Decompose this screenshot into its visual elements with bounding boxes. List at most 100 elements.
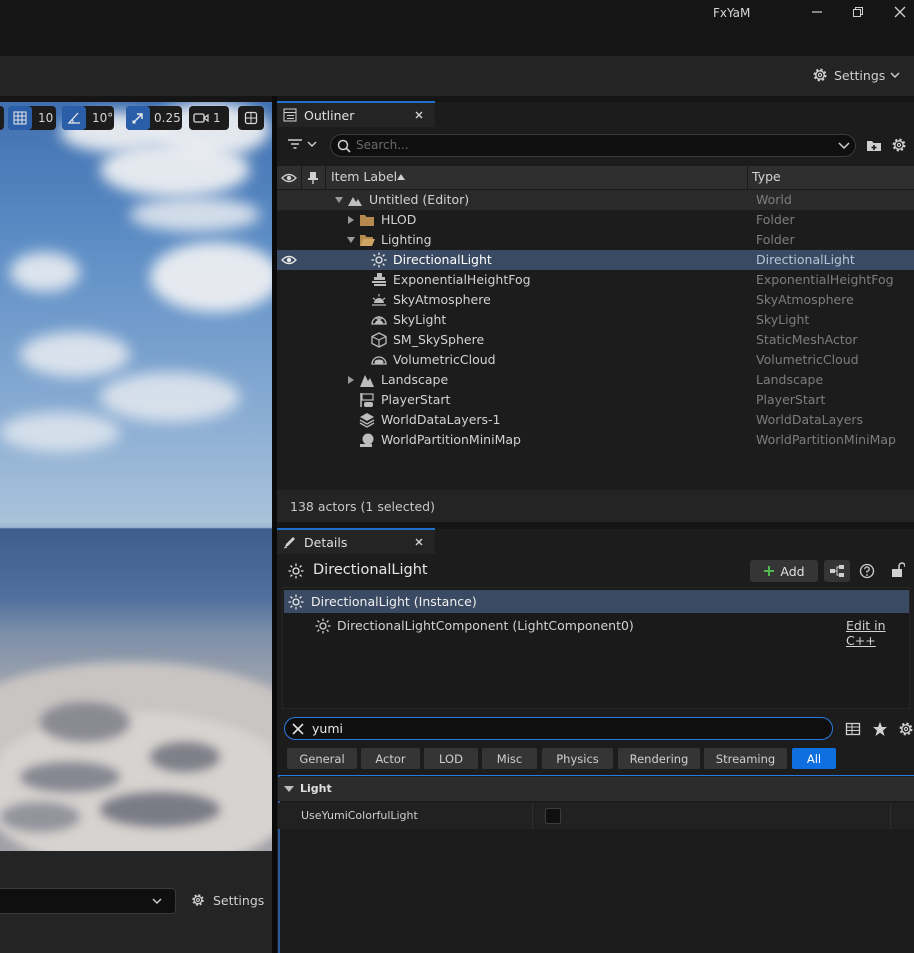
collapsed-arrow-icon[interactable] [347,376,355,384]
minimize-button[interactable] [803,2,831,22]
details-tab-label: Details [304,535,348,550]
row-label: WorldPartitionMiniMap [381,432,521,447]
outliner-row-hlod[interactable]: HLOD Folder [277,210,914,230]
tab-outliner[interactable]: Outliner [277,101,435,127]
outliner-row-volumetriccloud[interactable]: VolumetricCloud VolumetricCloud [277,350,914,370]
category-light[interactable]: Light [278,777,914,801]
column-divider [890,803,891,829]
gear-icon[interactable] [890,136,908,154]
filter-streaming-button[interactable]: Streaming [704,748,787,769]
eye-icon[interactable] [281,254,297,266]
edit-in-cpp-link[interactable]: Edit in C++ [846,618,909,648]
component-row-instance[interactable]: DirectionalLight (Instance) [284,590,909,613]
close-tab-icon[interactable] [415,538,423,546]
hierarchy-icon [830,565,844,577]
row-type: VolumetricCloud [756,352,859,367]
filter-dropdown[interactable] [287,137,317,151]
restore-button[interactable] [844,2,872,22]
add-component-button[interactable]: Add [750,560,818,582]
expanded-arrow-icon[interactable] [284,785,294,793]
filter-actor-button[interactable]: Actor [361,748,420,769]
viewport-combo-box[interactable] [0,888,176,914]
outliner-row-untitled[interactable]: Untitled (Editor) World [277,190,914,210]
camera-speed-value: 1 [213,111,221,125]
row-type: SkyLight [756,312,810,327]
outliner-status-bar: 138 actors (1 selected) [277,490,914,522]
table-view-icon[interactable] [845,721,861,737]
item-label-column-header[interactable]: Item Label [325,166,748,189]
filter-physics-button[interactable]: Physics [542,748,613,769]
outliner-row-exponentialheightfog[interactable]: ExponentialHeightFog ExponentialHeightFo… [277,270,914,290]
visibility-column-header[interactable] [277,166,302,189]
category-light-label: Light [300,782,332,795]
world-icon [348,197,362,206]
pin-column-header[interactable] [301,166,326,189]
row-type: WorldPartitionMiniMap [756,432,896,447]
row-label: Lighting [381,232,432,247]
layers-icon [359,413,375,428]
tab-details[interactable]: Details [277,528,435,554]
outliner-row-skylight[interactable]: SkyLight SkyLight [277,310,914,330]
landscape-icon [360,375,374,387]
lock-open-icon[interactable] [891,562,905,578]
folder-open-icon [360,235,375,246]
component-row-directionallightcomponent[interactable]: DirectionalLightComponent (LightComponen… [284,614,909,648]
row-label: VolumetricCloud [393,352,496,367]
viewport-settings-label: Settings [213,892,265,908]
outliner-row-landscape[interactable]: Landscape Landscape [277,370,914,390]
row-label: HLOD [381,212,417,227]
level-viewport[interactable] [0,102,272,851]
outliner-row-skyatmosphere[interactable]: SkyAtmosphere SkyAtmosphere [277,290,914,310]
clear-search-icon[interactable] [292,723,304,735]
actor-name-field[interactable]: DirectionalLight [313,562,428,578]
row-type: Landscape [756,372,824,387]
row-type: StaticMeshActor [756,332,858,347]
filter-general-button[interactable]: General [287,748,357,769]
outliner-row-worlddatalayers[interactable]: WorldDataLayers-1 WorldDataLayers [277,410,914,430]
sky-atmosphere-icon [372,294,386,306]
outliner-row-sm-skysphere[interactable]: SM_SkySphere StaticMeshActor [277,330,914,350]
grid-snap-button[interactable]: 10 [8,106,56,130]
outliner-icon [283,108,297,122]
star-icon[interactable] [872,721,888,737]
filter-rendering-button[interactable]: Rendering [618,748,700,769]
camera-speed-button[interactable]: 1 [189,106,229,130]
filter-all-button[interactable]: All [792,748,836,769]
close-tab-icon[interactable] [415,111,423,119]
expanded-arrow-icon[interactable] [335,196,343,204]
column-divider [532,803,533,829]
scale-snap-value: 0.25 [154,111,181,125]
details-search-input[interactable]: yumi [284,717,833,740]
gear-icon[interactable] [897,720,914,738]
expanded-arrow-icon[interactable] [347,236,355,244]
main-toolbar [0,56,914,96]
filter-lod-button[interactable]: LOD [424,748,478,769]
minimize-icon [812,11,822,13]
viewport-settings-button[interactable]: Settings [190,892,264,908]
grid-snap-value: 10 [38,111,54,125]
close-window-button[interactable] [886,2,914,22]
help-icon[interactable] [859,563,875,579]
filter-misc-button[interactable]: Misc [482,748,537,769]
component-label: DirectionalLightComponent (LightComponen… [337,618,634,633]
scale-snap-button[interactable]: 0.25 [126,106,182,130]
row-type: World [756,192,792,207]
viewport-chip-edge [0,106,4,130]
use-yumi-colorful-light-checkbox[interactable] [545,808,561,824]
row-type: ExponentialHeightFog [756,272,894,287]
outliner-row-playerstart[interactable]: PlayerStart PlayerStart [277,390,914,410]
blueprint-button[interactable] [824,560,850,582]
collapsed-arrow-icon[interactable] [347,216,355,224]
outliner-row-directionallight[interactable]: DirectionalLight DirectionalLight [277,250,914,270]
viewport-layout-button[interactable] [238,106,264,130]
outliner-header: Item Label Type [277,166,914,190]
outliner-row-lighting[interactable]: Lighting Folder [277,230,914,250]
toolbar-settings-button[interactable]: Settings [811,66,900,84]
row-label: SkyAtmosphere [393,292,491,307]
outliner-row-worldpartitionminimap[interactable]: WorldPartitionMiniMap WorldPartitionMini… [277,430,914,450]
rotation-snap-button[interactable]: 10° [62,106,114,130]
type-column-header[interactable]: Type [748,166,914,189]
add-folder-icon[interactable] [866,138,882,152]
directional-light-icon [315,618,331,634]
outliner-search-input[interactable]: Search... [330,134,856,157]
